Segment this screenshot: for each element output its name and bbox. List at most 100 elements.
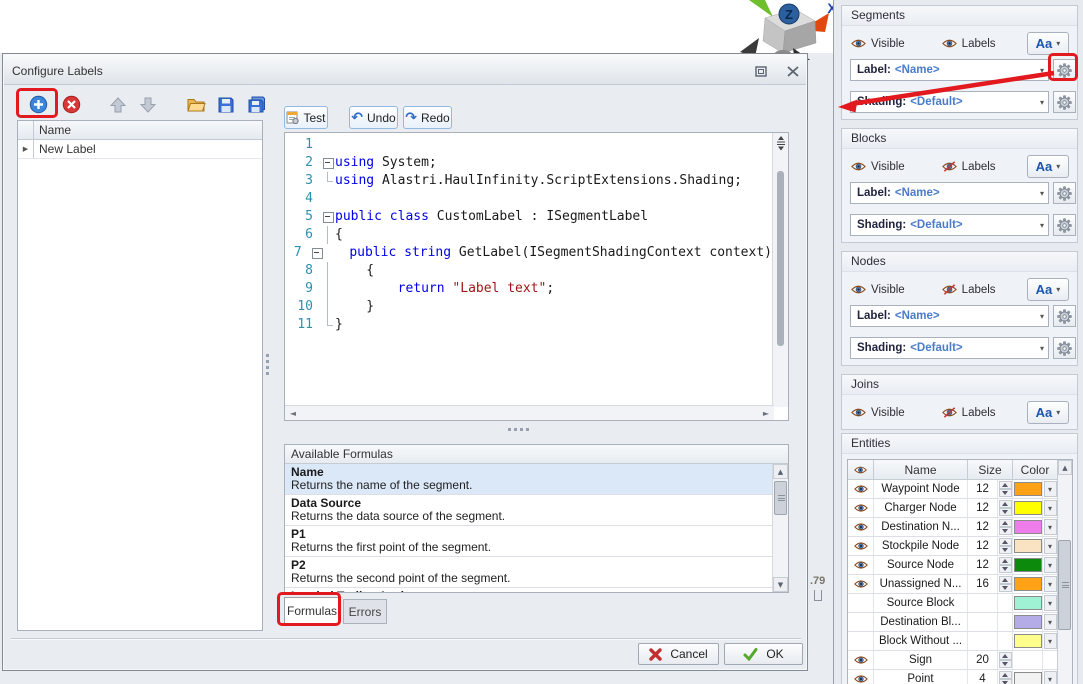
code-editor[interactable]: 12using System;3using Alastri.HaulInfini… <box>284 132 789 421</box>
joins-font-button[interactable]: Aa▾ <box>1027 401 1069 424</box>
entity-size-stepper[interactable] <box>998 556 1013 574</box>
save-all-icon[interactable] <box>243 92 269 117</box>
entity-size-stepper[interactable] <box>998 518 1013 536</box>
chevron-down-icon[interactable]: ▾ <box>1044 519 1057 535</box>
blocks-label-gear-button[interactable] <box>1053 182 1076 204</box>
formulas-scrollbar[interactable]: ▲ ▼ <box>772 464 788 592</box>
entity-size-stepper[interactable] <box>998 480 1013 498</box>
code-lines[interactable]: 12using System;3using Alastri.HaulInfini… <box>285 133 772 405</box>
chevron-down-icon[interactable]: ▾ <box>1044 500 1057 516</box>
entity-color-swatch[interactable] <box>1013 537 1043 555</box>
delete-label-button[interactable] <box>58 92 84 117</box>
entity-color-dropdown[interactable]: ▾ <box>1043 613 1057 631</box>
segments-shading-gear-button[interactable] <box>1053 91 1076 113</box>
stepper-up-icon[interactable] <box>999 481 1012 489</box>
formulas-scroll-thumb[interactable] <box>774 481 787 515</box>
entity-color-swatch[interactable] <box>1013 670 1043 684</box>
tab-formulas[interactable]: Formulas <box>284 597 340 624</box>
entity-color-dropdown[interactable]: ▾ <box>1043 632 1057 650</box>
entity-color-swatch[interactable] <box>1013 575 1043 593</box>
entity-color-dropdown[interactable]: ▾ <box>1043 499 1057 517</box>
nodes-visible-toggle[interactable]: Visible <box>851 284 905 296</box>
chevron-down-icon[interactable]: ▾ <box>1044 481 1057 497</box>
entity-visibility-toggle[interactable] <box>848 556 874 574</box>
scroll-down-icon[interactable]: ▼ <box>773 577 788 592</box>
move-down-button[interactable] <box>135 92 161 117</box>
stepper-up-icon[interactable] <box>999 652 1012 660</box>
entity-color-dropdown[interactable]: ▾ <box>1043 670 1057 684</box>
fold-collapse-icon[interactable] <box>321 154 335 172</box>
color-swatch[interactable] <box>1014 520 1042 534</box>
close-icon[interactable] <box>784 63 802 79</box>
entity-color-dropdown[interactable]: ▾ <box>1043 518 1057 536</box>
vertical-splitter[interactable] <box>265 354 270 380</box>
entity-color-dropdown[interactable]: ▾ <box>1043 575 1057 593</box>
segments-shading-dropdown[interactable]: Shading: <Default> ▾ <box>850 91 1049 113</box>
entity-visibility-toggle[interactable] <box>848 651 874 669</box>
editor-vertical-scrollbar[interactable] <box>772 133 788 407</box>
label-row[interactable]: ▶ New Label <box>18 140 262 159</box>
open-icon[interactable] <box>183 92 209 117</box>
segments-labels-toggle[interactable]: Labels <box>942 38 996 50</box>
scroll-right-icon[interactable]: ► <box>758 406 774 420</box>
blocks-shading-dropdown[interactable]: Shading: <Default> ▾ <box>850 214 1049 236</box>
redo-button[interactable]: ↷ Redo <box>403 106 452 129</box>
color-swatch[interactable] <box>1014 539 1042 553</box>
formula-item[interactable]: NameReturns the name of the segment. <box>285 464 772 495</box>
editor-horizontal-scrollbar[interactable]: ◄ ► <box>285 405 774 420</box>
chevron-down-icon[interactable]: ▾ <box>1044 557 1057 573</box>
blocks-label-dropdown[interactable]: Label: <Name> ▾ <box>850 182 1049 204</box>
stepper-up-icon[interactable] <box>999 500 1012 508</box>
joins-labels-toggle[interactable]: Labels <box>942 407 996 419</box>
segments-label-dropdown[interactable]: Label: <Name> ▾ <box>850 59 1049 81</box>
test-button[interactable]: Test <box>284 106 328 129</box>
stepper-down-icon[interactable] <box>999 660 1012 668</box>
nodes-label-gear-button[interactable] <box>1053 305 1076 327</box>
eye-column-header[interactable] <box>848 460 874 479</box>
chevron-down-icon[interactable]: ▾ <box>1044 614 1057 630</box>
blocks-labels-toggle[interactable]: Labels <box>942 161 996 173</box>
chevron-down-icon[interactable]: ▾ <box>1044 595 1057 611</box>
stepper-up-icon[interactable] <box>999 519 1012 527</box>
stepper-down-icon[interactable] <box>999 679 1012 684</box>
color-swatch[interactable] <box>1014 634 1042 648</box>
add-label-button[interactable] <box>25 92 51 117</box>
nodes-label-dropdown[interactable]: Label: <Name> ▾ <box>850 305 1049 327</box>
chevron-down-icon[interactable]: ▾ <box>1044 538 1057 554</box>
color-swatch[interactable] <box>1014 501 1042 515</box>
blocks-font-button[interactable]: Aa▾ <box>1027 155 1069 178</box>
color-swatch[interactable] <box>1014 577 1042 591</box>
stepper-down-icon[interactable] <box>999 584 1012 592</box>
stepper-up-icon[interactable] <box>999 576 1012 584</box>
size-column-header[interactable]: Size <box>968 460 1013 479</box>
fold-collapse-icon[interactable] <box>321 208 335 226</box>
formula-item[interactable]: Loaded Trolley Assist <box>285 588 772 592</box>
scroll-up-icon[interactable]: ▲ <box>773 464 788 479</box>
entity-size-stepper[interactable] <box>998 537 1013 555</box>
color-column-header[interactable]: Color <box>1013 460 1057 479</box>
stepper-down-icon[interactable] <box>999 489 1012 497</box>
stepper-up-icon[interactable] <box>999 557 1012 565</box>
move-up-button[interactable] <box>105 92 131 117</box>
entity-color-swatch[interactable] <box>1013 480 1043 498</box>
stepper-up-icon[interactable] <box>999 538 1012 546</box>
scroll-up-icon[interactable]: ▲ <box>1058 460 1072 475</box>
color-swatch[interactable] <box>1014 482 1042 496</box>
horizontal-splitter[interactable] <box>503 428 533 433</box>
entity-color-swatch[interactable] <box>1013 499 1043 517</box>
formula-item[interactable]: P2Returns the second point of the segmen… <box>285 557 772 588</box>
color-swatch[interactable] <box>1014 596 1042 610</box>
entity-color-swatch[interactable] <box>1013 632 1043 650</box>
editor-vscroll-thumb[interactable] <box>777 171 784 346</box>
formula-item[interactable]: P1Returns the first point of the segment… <box>285 526 772 557</box>
stepper-up-icon[interactable] <box>999 671 1012 679</box>
editor-split-handle-icon[interactable] <box>775 135 787 151</box>
blocks-shading-gear-button[interactable] <box>1053 214 1076 236</box>
entity-visibility-toggle[interactable] <box>848 537 874 555</box>
3d-axis-gizmo[interactable]: Z X <box>737 0 837 60</box>
entity-size-stepper[interactable] <box>998 575 1013 593</box>
stepper-down-icon[interactable] <box>999 565 1012 573</box>
name-column-header[interactable]: Name <box>874 460 968 479</box>
stepper-down-icon[interactable] <box>999 546 1012 554</box>
entity-color-dropdown[interactable]: ▾ <box>1043 556 1057 574</box>
